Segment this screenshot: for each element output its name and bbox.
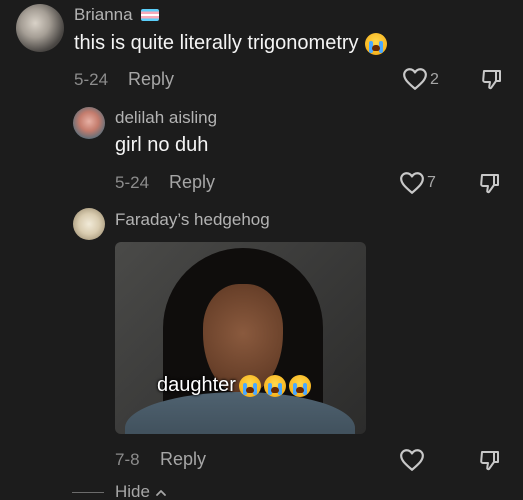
comment-date: 7-8 [115, 450, 140, 469]
comments-panel: Brianna this is quite literally trigonom… [0, 0, 523, 500]
loudly-crying-face-emoji-icon [364, 32, 387, 55]
thumbs-down-icon[interactable] [478, 171, 502, 195]
heart-icon[interactable] [402, 67, 428, 91]
reply-button[interactable]: Reply [169, 172, 215, 193]
comment-username[interactable]: delilah aisling [115, 108, 217, 128]
thumbs-down-icon[interactable] [480, 67, 504, 91]
comment-date: 5-24 [74, 70, 109, 89]
thumbs-down-icon[interactable] [478, 448, 502, 472]
hide-replies-label: Hide [115, 482, 150, 500]
comment-date: 5-24 [115, 173, 150, 192]
comment-username[interactable]: Brianna [74, 5, 133, 25]
like-count: 7 [427, 174, 436, 191]
loudly-crying-face-emoji-icon [288, 374, 311, 397]
comment-username[interactable]: Faraday’s hedgehog [115, 210, 270, 230]
heart-icon[interactable] [399, 448, 425, 472]
comment-image[interactable]: daughter [115, 242, 366, 434]
image-caption: daughter [157, 374, 311, 397]
divider [72, 492, 104, 493]
avatar[interactable] [16, 4, 64, 52]
chevron-up-icon [155, 489, 166, 496]
like-count: 2 [430, 71, 439, 88]
comment-text: girl no duh [115, 134, 209, 156]
heart-icon[interactable] [399, 171, 425, 195]
comment-text: this is quite literally trigonometry [74, 32, 387, 55]
hide-replies-button[interactable]: Hide [115, 482, 167, 500]
reply-button[interactable]: Reply [128, 69, 174, 90]
avatar[interactable] [73, 208, 105, 240]
trans-flag-icon [141, 9, 159, 21]
loudly-crying-face-emoji-icon [263, 374, 286, 397]
comment-text-content: this is quite literally trigonometry [74, 32, 359, 54]
avatar[interactable] [73, 107, 105, 139]
image-caption-text: daughter [157, 374, 236, 396]
loudly-crying-face-emoji-icon [238, 374, 261, 397]
reply-button[interactable]: Reply [160, 449, 206, 470]
